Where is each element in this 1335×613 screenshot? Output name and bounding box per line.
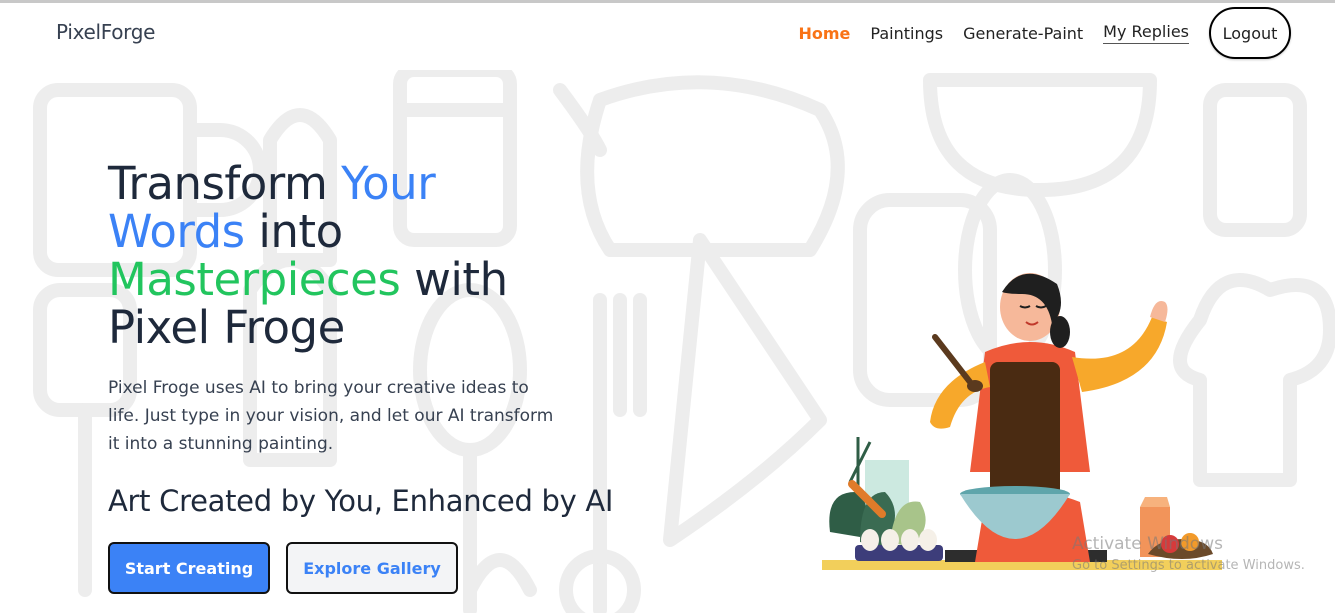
hero-title: Transform Your Words into Masterpieces wit…: [108, 160, 668, 352]
page: PixelForge Home Paintings Generate-Paint…: [0, 0, 1335, 613]
title-part-your: Your: [341, 157, 436, 210]
title-part-words: Words: [108, 205, 245, 258]
title-part-with: with: [400, 253, 508, 306]
hero-subtitle: Art Created by You, Enhanced by AI: [108, 484, 614, 518]
title-part-into: into: [244, 205, 343, 258]
title-part-masterpieces: Masterpieces: [108, 253, 401, 306]
title-part-transform: Transform: [108, 157, 342, 210]
navbar: PixelForge Home Paintings Generate-Paint…: [0, 3, 1335, 65]
nav-link-home[interactable]: Home: [799, 24, 851, 43]
explore-gallery-button[interactable]: Explore Gallery: [286, 542, 458, 594]
nav-link-my-replies[interactable]: My Replies: [1103, 22, 1189, 44]
start-creating-button[interactable]: Start Creating: [108, 542, 270, 594]
nav-link-generate-paint[interactable]: Generate-Paint: [963, 24, 1083, 43]
hero-section: Transform Your Words into Masterpieces wit…: [108, 160, 668, 594]
brand-logo[interactable]: PixelForge: [56, 20, 155, 44]
windows-activation-watermark: Activate Windows Go to Settings to activ…: [1072, 534, 1305, 573]
nav-link-paintings[interactable]: Paintings: [870, 24, 943, 43]
logout-button[interactable]: Logout: [1209, 7, 1291, 59]
nav-links: Home Paintings Generate-Paint My Replies…: [779, 6, 1291, 60]
watermark-title: Activate Windows: [1072, 534, 1223, 554]
hero-description: Pixel Froge uses AI to bring your creati…: [108, 378, 554, 454]
title-part-pixel-froge: Pixel Froge: [108, 301, 345, 354]
watermark-subtitle: Go to Settings to activate Windows.: [1072, 558, 1305, 573]
hero-buttons: Start Creating Explore Gallery: [108, 542, 668, 594]
